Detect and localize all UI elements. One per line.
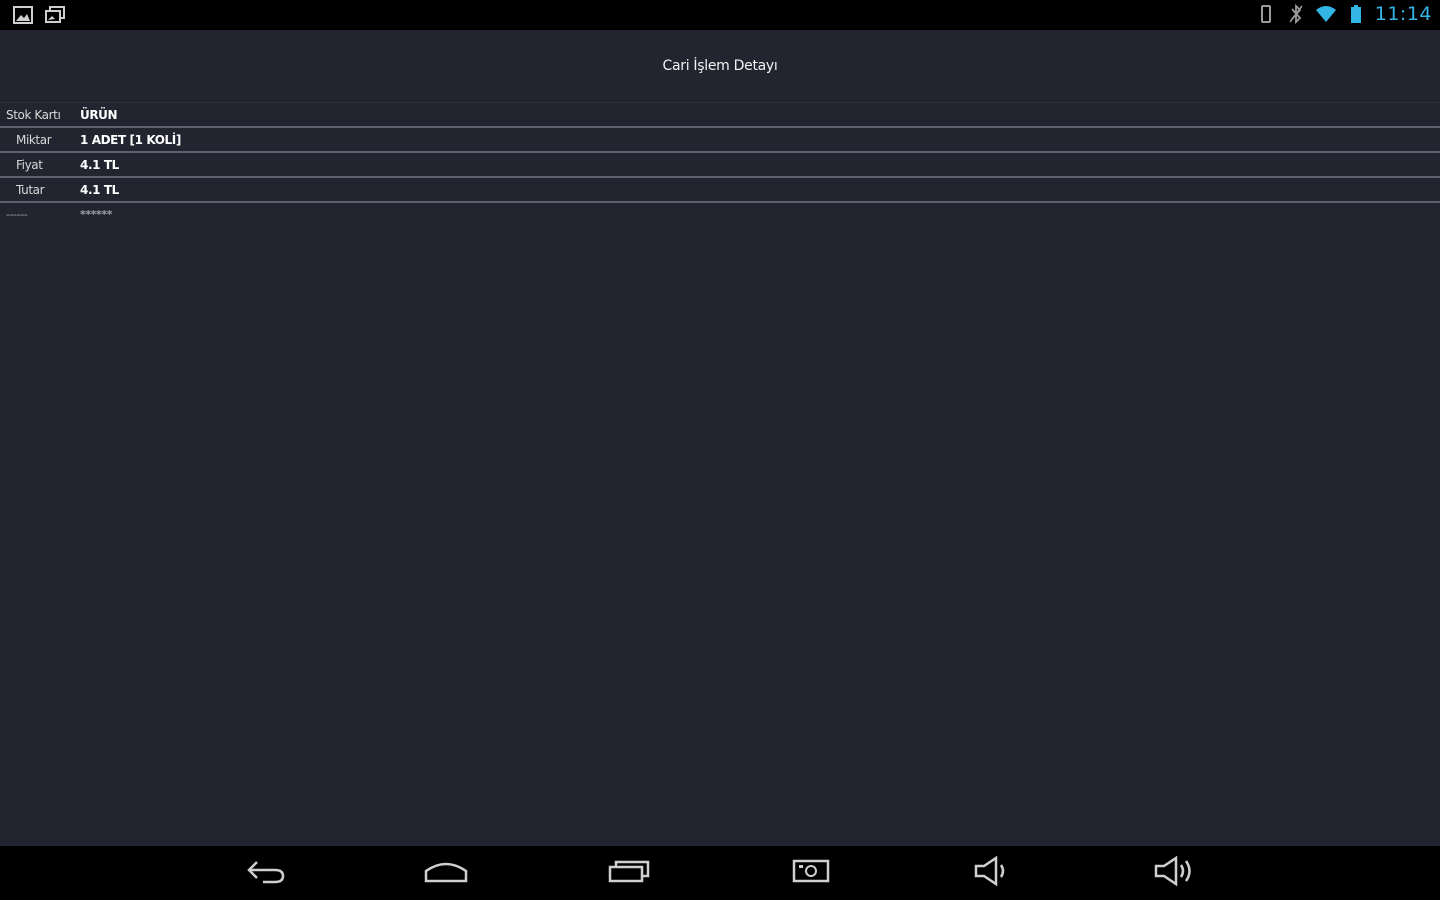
detail-row-stok-karti: Stok Kartı ÜRÜN (0, 102, 1440, 128)
home-button[interactable] (416, 854, 476, 892)
battery-icon (1345, 3, 1367, 25)
vibrate-icon (1255, 3, 1277, 25)
detail-row-tutar: Tutar 4.1 TL (0, 178, 1440, 203)
detail-label: Fiyat (16, 157, 43, 172)
wifi-icon (1315, 3, 1337, 25)
image-icon (12, 4, 34, 26)
navigation-bar (0, 846, 1440, 900)
recent-apps-button[interactable] (600, 854, 660, 892)
detail-table: Stok Kartı ÜRÜN Miktar 1 ADET [1 KOLİ] F… (0, 102, 1440, 226)
detail-value: ÜRÜN (80, 107, 118, 122)
detail-value: ****** (80, 208, 113, 221)
volume-down-button[interactable] (962, 854, 1022, 892)
volume-up-icon (1152, 855, 1196, 891)
detail-value: 1 ADET [1 KOLİ] (80, 132, 181, 147)
bluetooth-icon (1285, 3, 1307, 25)
detail-row-miktar: Miktar 1 ADET [1 KOLİ] (0, 128, 1440, 153)
detail-label: Stok Kartı (6, 107, 61, 122)
home-icon (423, 857, 469, 889)
title-bar: Cari İşlem Detayı (0, 30, 1440, 102)
detail-label: Miktar (16, 132, 52, 147)
back-button[interactable] (235, 854, 295, 892)
detail-label: ------ (6, 208, 28, 221)
app-content: Cari İşlem Detayı Stok Kartı ÜRÜN Miktar… (0, 30, 1440, 846)
detail-row-separator: ------ ****** (0, 203, 1440, 226)
recent-apps-icon (608, 857, 652, 889)
volume-down-icon (972, 855, 1012, 891)
detail-row-fiyat: Fiyat 4.1 TL (0, 153, 1440, 178)
volume-up-button[interactable] (1144, 854, 1204, 892)
detail-label: Tutar (16, 182, 45, 197)
page-title: Cari İşlem Detayı (662, 58, 778, 74)
detail-value: 4.1 TL (80, 182, 119, 197)
status-bar: 11:14 (0, 0, 1440, 30)
gallery-icon (44, 4, 66, 26)
screenshot-icon (791, 857, 831, 889)
screenshot-button[interactable] (781, 854, 841, 892)
back-icon (243, 856, 287, 890)
status-clock: 11:14 (1374, 3, 1432, 25)
detail-value: 4.1 TL (80, 157, 119, 172)
